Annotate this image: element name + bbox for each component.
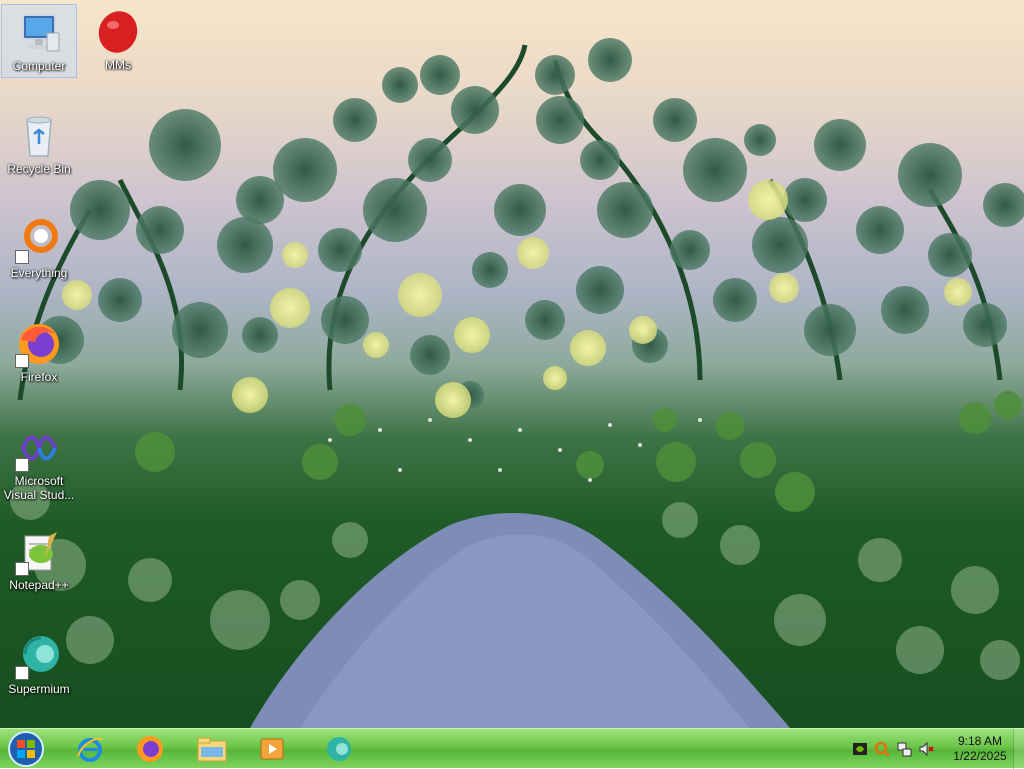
show-desktop-button[interactable] — [1013, 729, 1024, 769]
media-player-icon — [260, 738, 284, 760]
wallpaper — [10, 38, 1024, 728]
desktop-icon-firefox[interactable]: Firefox — [1, 316, 77, 390]
taskbar: 9:18 AM 1/22/2025 — [0, 728, 1024, 769]
desktop-icon-mms[interactable]: MMs — [80, 4, 156, 78]
clock-time: 9:18 AM — [957, 734, 1003, 748]
shortcut-arrow-icon — [15, 666, 29, 680]
supermium-icon — [327, 737, 351, 761]
desktop-icon-label: Supermium — [8, 682, 70, 696]
desktop-icon-label: Microsoft Visual Stud... — [3, 474, 75, 502]
desktop-icon-label: Notepad++ — [9, 578, 69, 592]
desktop-icon-label: Computer — [12, 59, 66, 73]
mms-icon — [94, 8, 142, 56]
taskbar-file-explorer[interactable] — [186, 731, 238, 767]
taskbar-media-player[interactable] — [246, 731, 298, 767]
clock[interactable]: 9:18 AM 1/22/2025 — [950, 734, 1010, 764]
firefox-icon — [15, 320, 63, 368]
desktop-icon-everything[interactable]: Everything — [1, 212, 77, 286]
firefox-icon — [137, 736, 163, 762]
desktop-icon-computer[interactable]: Computer — [1, 4, 77, 78]
desktop-icon-visual-studio[interactable]: Microsoft Visual Stud... — [1, 420, 77, 502]
desktop-icon-label: Firefox — [20, 370, 58, 384]
shortcut-arrow-icon — [15, 354, 29, 368]
desktop-icon-recycle-bin[interactable]: Recycle Bin — [1, 108, 77, 182]
computer-icon — [15, 9, 63, 57]
shortcut-arrow-icon — [15, 562, 29, 576]
desktop-icon-notepadpp[interactable]: Notepad++ — [1, 524, 77, 598]
desktop-icon-label: Recycle Bin — [7, 162, 71, 176]
shortcut-arrow-icon — [15, 250, 29, 264]
taskbar-internet-explorer[interactable] — [64, 731, 116, 767]
everything-icon — [15, 216, 63, 264]
file-explorer-icon — [197, 737, 227, 762]
taskbar-supermium[interactable] — [312, 731, 364, 767]
shortcut-arrow-icon — [15, 458, 29, 472]
nvidia-icon[interactable] — [852, 741, 868, 757]
notepadpp-icon — [15, 528, 63, 576]
desktop-icon-label: Everything — [10, 266, 68, 280]
network-icon[interactable] — [896, 741, 912, 757]
desktop-icon-supermium[interactable]: Supermium — [1, 628, 77, 702]
clock-date: 1/22/2025 — [953, 749, 1007, 763]
windows-start-icon — [8, 731, 44, 767]
volume-muted-icon[interactable] — [918, 741, 934, 757]
internet-explorer-icon — [77, 737, 103, 762]
supermium-icon — [15, 632, 63, 680]
desktop-icon-label: MMs — [105, 58, 131, 72]
visual-studio-icon — [15, 424, 63, 472]
recycle-bin-icon — [15, 112, 63, 160]
start-button[interactable] — [0, 731, 52, 767]
system-tray: 9:18 AM 1/22/2025 — [852, 729, 1010, 769]
desktop[interactable]: Computer MMs Recycle Bin Everything Fire… — [0, 0, 1024, 728]
taskbar-firefox[interactable] — [124, 731, 176, 767]
search-everything-icon[interactable] — [874, 741, 890, 757]
